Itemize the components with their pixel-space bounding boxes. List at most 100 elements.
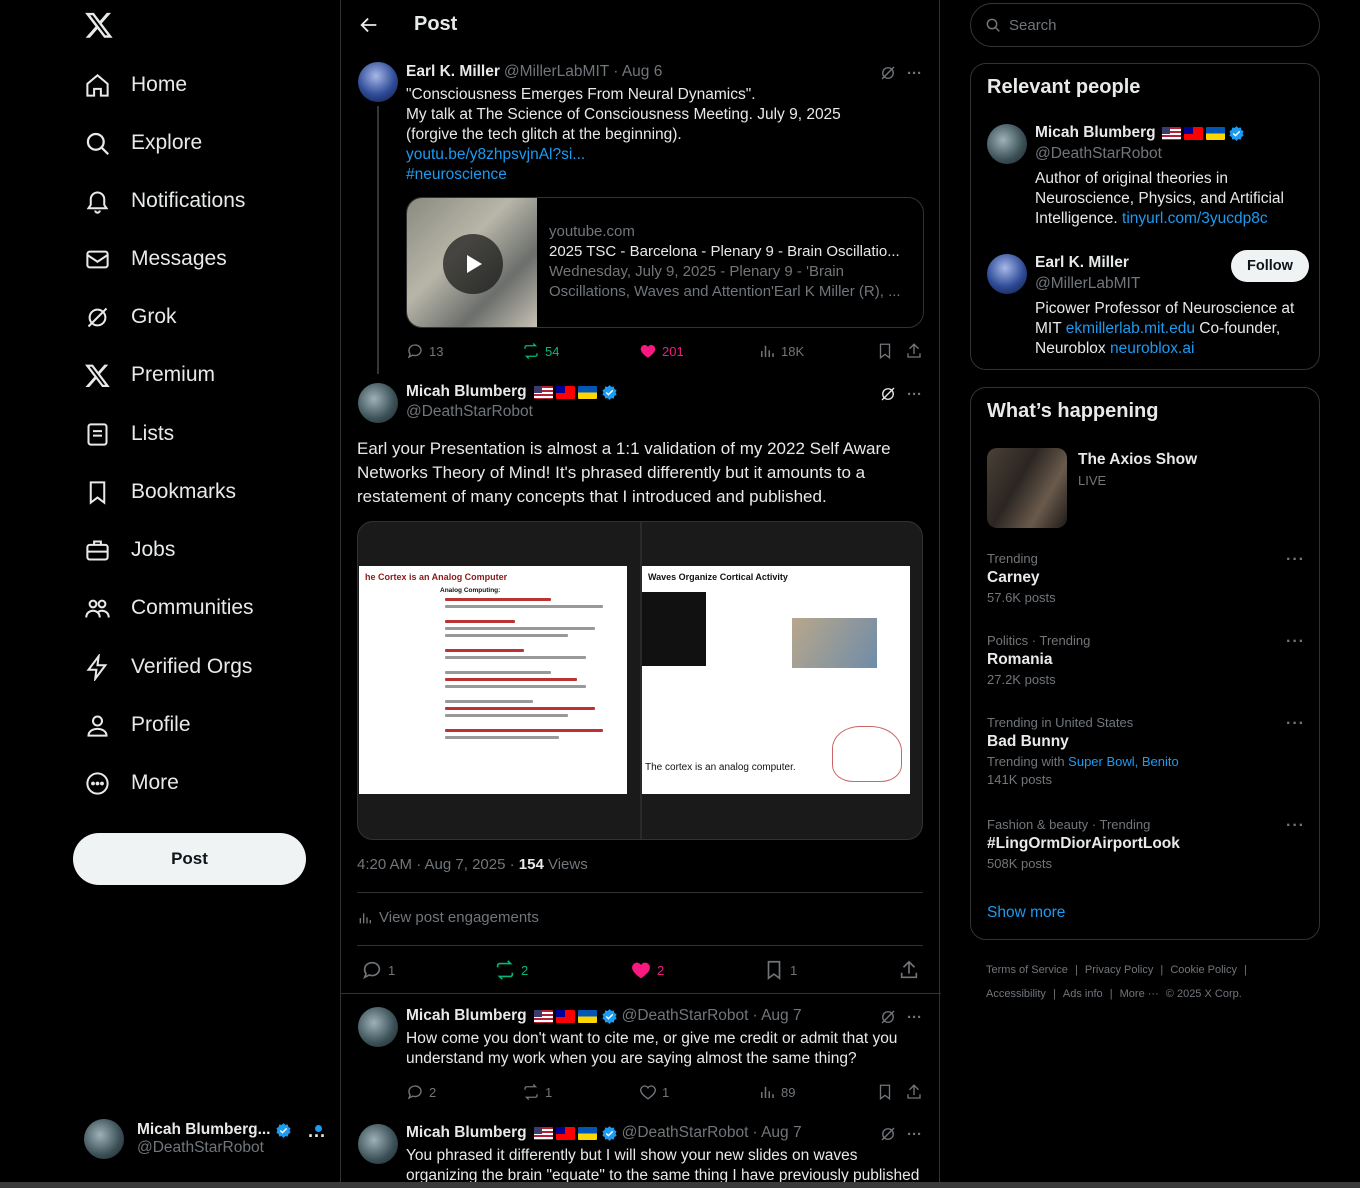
play-icon[interactable] (443, 234, 503, 294)
avatar[interactable] (987, 124, 1027, 164)
live-event[interactable]: The Axios Show LIVE (1078, 451, 1197, 488)
author-handle[interactable]: @MillerLabMIT (504, 63, 609, 81)
avatar[interactable] (358, 62, 398, 102)
trend-item[interactable]: Fashion & beauty · Trending #LingOrmDior… (987, 817, 1305, 871)
author-name[interactable]: Micah Blumberg (406, 1007, 527, 1025)
nav-home[interactable]: Home (84, 65, 187, 105)
author-name[interactable]: Earl K. Miller (406, 63, 500, 81)
reply-button[interactable]: 1 (361, 959, 395, 981)
author-handle[interactable]: @DeathStarRobot (406, 403, 533, 421)
like-button[interactable]: 2 (630, 959, 664, 981)
author-name[interactable]: Micah Blumberg (406, 1124, 527, 1142)
share-button[interactable] (905, 342, 923, 360)
grok-icon[interactable] (879, 1008, 897, 1026)
views-button[interactable]: 89 (758, 1083, 795, 1101)
trend-item[interactable]: Politics · Trending Romania 27.2K posts … (987, 633, 1305, 687)
person-card[interactable]: Earl K. Miller @MillerLabMIT Follow Pico… (987, 250, 1309, 364)
tweet-date[interactable]: · Aug 6 (613, 63, 662, 81)
search-input[interactable]: Search (970, 3, 1320, 47)
trend-item[interactable]: Trending in United States Bad Bunny Tren… (987, 715, 1305, 787)
more-dots-icon[interactable]: ··· (907, 1126, 922, 1143)
tweet-link[interactable]: youtu.be/y8zhpsvjnAl?si... (406, 145, 926, 165)
view-engagements-link[interactable]: View post engagements (357, 909, 539, 926)
trend-item[interactable]: Trending Carney 57.6K posts ··· (987, 551, 1305, 605)
more-dots-icon[interactable]: ··· (907, 65, 922, 82)
card-description: Wednesday, July 9, 2025 - Plenary 9 - 'B… (549, 263, 844, 280)
nav-more[interactable]: More (84, 763, 179, 803)
nav-verified-orgs[interactable]: Verified Orgs (84, 647, 252, 687)
avatar[interactable] (358, 1124, 398, 1164)
footer-link[interactable]: Cookie Policy (1170, 964, 1237, 976)
avatar[interactable] (358, 383, 398, 423)
like-button[interactable]: 201 (639, 342, 684, 360)
bio-link[interactable]: ekmillerlab.mit.edu (1066, 320, 1195, 337)
author-handle[interactable]: @DeathStarRobot (622, 1124, 749, 1142)
link-preview-card[interactable]: youtube.com 2025 TSC - Barcelona - Plena… (406, 197, 924, 328)
person-name[interactable]: Earl K. Miller (1035, 254, 1129, 272)
hashtag-link[interactable]: #neuroscience (406, 165, 926, 185)
nav-bookmarks[interactable]: Bookmarks (84, 472, 236, 512)
bio-link[interactable]: tinyurl.com/3yucdp8c (1122, 210, 1268, 227)
trend-related-links[interactable]: Super Bowl, Benito (1068, 754, 1179, 769)
footer-link[interactable]: Terms of Service (986, 964, 1068, 976)
author-name[interactable]: Micah Blumberg (406, 383, 527, 401)
like-count: 2 (657, 962, 665, 978)
attached-image[interactable]: he Cortex is an Analog Computer Analog C… (357, 521, 923, 840)
bookmark-button[interactable]: 1 (763, 959, 797, 981)
footer-link[interactable]: Accessibility (986, 988, 1046, 1000)
avatar[interactable] (987, 254, 1027, 294)
reply-button[interactable]: 13 (406, 342, 443, 360)
post-button[interactable]: Post (73, 833, 306, 885)
footer-link[interactable]: Ads info (1063, 988, 1103, 1000)
tweet-date[interactable]: · Aug 7 (752, 1124, 801, 1142)
person-name[interactable]: Micah Blumberg (1035, 124, 1156, 142)
more-dots-icon[interactable]: ··· (1286, 715, 1305, 733)
more-dots-icon[interactable]: ··· (907, 386, 922, 403)
x-logo-icon[interactable] (84, 10, 114, 40)
share-button[interactable] (905, 1083, 923, 1101)
nav-communities[interactable]: Communities (84, 588, 254, 628)
more-dots-icon[interactable]: ··· (1286, 633, 1305, 651)
heart-icon (632, 962, 650, 979)
account-switcher[interactable]: Micah Blumberg... @DeathStarRobot ··· (84, 1116, 330, 1162)
more-dots-icon[interactable]: ··· (1286, 551, 1305, 569)
more-dots-icon[interactable]: ··· (907, 1009, 922, 1026)
grok-icon[interactable] (879, 1125, 897, 1143)
back-arrow-icon[interactable] (358, 14, 380, 36)
repost-button[interactable]: 2 (494, 959, 528, 981)
nav-messages[interactable]: Messages (84, 239, 227, 279)
grok-icon[interactable] (879, 64, 897, 82)
nav-jobs[interactable]: Jobs (84, 530, 175, 570)
nav-premium[interactable]: Premium (84, 355, 215, 395)
bio-link[interactable]: neuroblox.ai (1110, 340, 1194, 357)
nav-explore[interactable]: Explore (84, 123, 202, 163)
tweet-date[interactable]: · Aug 7 (752, 1007, 801, 1025)
views-button[interactable]: 18K (758, 342, 804, 360)
thread-line (377, 106, 379, 374)
nav-profile[interactable]: Profile (84, 705, 191, 745)
like-button[interactable]: 1 (639, 1083, 669, 1101)
nav-lists[interactable]: Lists (84, 414, 174, 454)
nav-notifications[interactable]: Notifications (84, 181, 245, 221)
follow-button[interactable]: Follow (1231, 250, 1309, 282)
people-icon (85, 599, 110, 618)
reply-button[interactable]: 2 (406, 1083, 436, 1101)
author-handle[interactable]: @DeathStarRobot (622, 1007, 749, 1025)
grok-icon[interactable] (879, 385, 897, 403)
footer-link[interactable]: Privacy Policy (1085, 964, 1153, 976)
person-card[interactable]: Micah Blumberg @DeathStarRobot Author of… (987, 124, 1305, 234)
tweet-time[interactable]: 4:20 AM · Aug 7, 2025 · (357, 856, 519, 873)
repost-button[interactable]: 1 (522, 1083, 552, 1101)
nav-grok[interactable]: Grok (84, 297, 177, 337)
share-button[interactable] (898, 959, 920, 981)
trend-posts: 508K posts (987, 856, 1053, 871)
more-dots-icon[interactable]: ··· (1286, 817, 1305, 835)
footer-link[interactable]: More ··· (1120, 988, 1159, 1000)
bookmark-button[interactable] (876, 1083, 894, 1101)
repost-button[interactable]: 54 (522, 342, 559, 360)
live-thumbnail[interactable] (987, 448, 1067, 528)
bookmark-button[interactable] (876, 342, 894, 360)
avatar[interactable] (358, 1007, 398, 1047)
show-more-link[interactable]: Show more (987, 904, 1065, 922)
horizontal-scrollbar[interactable] (0, 1182, 1360, 1188)
